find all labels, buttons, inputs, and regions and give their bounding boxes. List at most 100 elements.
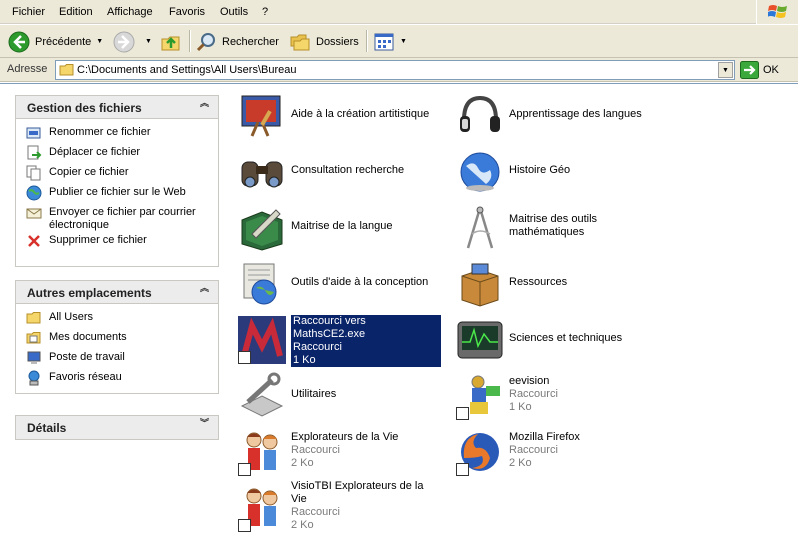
task-move-label: Déplacer ce fichier	[49, 146, 141, 158]
file-name: VisioTBI Explorateurs de la Vie	[291, 480, 424, 505]
menu-outils[interactable]: Outils	[220, 6, 248, 18]
file-item[interactable]: Histoire Géo	[450, 145, 660, 195]
back-dropdown-icon[interactable]: ▼	[96, 38, 103, 45]
shortcut-arrow-icon	[456, 407, 469, 420]
file-item[interactable]: Maitrise des outils mathématiques	[450, 201, 660, 251]
copy-icon	[26, 165, 41, 181]
place-network[interactable]: Favoris réseau	[26, 370, 218, 390]
delete-icon	[28, 235, 40, 247]
place-my-computer[interactable]: Poste de travail	[26, 350, 218, 370]
box-icon	[461, 263, 499, 307]
search-button[interactable]: Rechercher	[195, 28, 279, 55]
task-email-label: Envoyer ce fichier par courrier électron…	[49, 206, 196, 231]
toolbar-separator	[189, 30, 190, 52]
windows-flag-icon	[768, 5, 787, 18]
go-button[interactable]: OK	[740, 61, 779, 79]
file-size: 1 Ko	[293, 354, 316, 366]
file-tasks-header[interactable]: Gestion des fichiers ︽	[16, 96, 218, 119]
task-pane: Gestion des fichiers ︽ Renommer ce fichi…	[0, 84, 232, 543]
book-pen-icon	[241, 209, 283, 251]
shortcut-arrow-icon	[238, 463, 251, 476]
toolbar: Précédente ▼ ▼ Rechercher Dossiers ▼	[0, 25, 798, 58]
my-documents-icon	[26, 332, 41, 344]
views-button[interactable]: ▼	[373, 28, 407, 55]
place-my-documents[interactable]: Mes documents	[26, 330, 218, 350]
file-item[interactable]: Maitrise de la langue	[232, 201, 442, 251]
selection-highlight: Raccourci vers MathsCE2.exe Raccourci 1 …	[291, 315, 441, 367]
forward-button[interactable]: ▼	[113, 28, 152, 55]
newspaper-globe-icon	[243, 263, 277, 305]
file-item[interactable]: Aide à la création artitistique	[232, 89, 442, 139]
folders-button[interactable]: Dossiers	[289, 28, 359, 55]
file-name: Mozilla Firefox	[509, 430, 580, 443]
file-list: Aide à la création artitistique Apprenti…	[232, 84, 798, 543]
file-item[interactable]: eevision Raccourci 1 Ko	[450, 369, 660, 420]
task-copy[interactable]: Copier ce fichier	[26, 165, 218, 185]
expand-icon[interactable]: ︾	[200, 419, 209, 428]
menu-favoris[interactable]: Favoris	[169, 6, 205, 18]
file-name: Utilitaires	[291, 387, 337, 400]
task-email[interactable]: Envoyer ce fichier par courrier électron…	[26, 205, 218, 233]
task-delete[interactable]: Supprimer ce fichier	[26, 233, 218, 253]
task-rename[interactable]: Renommer ce fichier	[26, 125, 218, 145]
explorer-content: Gestion des fichiers ︽ Renommer ce fichi…	[0, 83, 798, 543]
place-all-users[interactable]: All Users	[26, 310, 218, 330]
my-computer-icon	[27, 351, 41, 364]
shortcut-arrow-icon	[456, 463, 469, 476]
menu-fichier[interactable]: Fichier	[12, 6, 45, 18]
search-label: Rechercher	[222, 35, 279, 48]
file-item[interactable]: Apprentissage des langues	[450, 89, 660, 139]
file-type: Raccourci	[291, 443, 340, 456]
file-item[interactable]: Mozilla Firefox Raccourci 2 Ko	[450, 425, 660, 476]
address-bar: Adresse C:\Documents and Settings\All Us…	[0, 58, 798, 82]
address-input[interactable]: C:\Documents and Settings\All Users\Bure…	[55, 60, 735, 80]
file-item[interactable]: Sciences et techniques	[450, 313, 660, 363]
file-item[interactable]: VisioTBI Explorateurs de la Vie Raccourc…	[232, 480, 442, 532]
back-button[interactable]: Précédente ▼	[8, 28, 103, 55]
file-name: Aide à la création artitistique	[291, 107, 430, 120]
address-dropdown-button[interactable]: ▼	[718, 62, 733, 78]
headphones-icon	[460, 95, 500, 132]
move-icon	[27, 145, 42, 160]
windows-logo	[756, 0, 798, 24]
address-path: C:\Documents and Settings\All Users\Bure…	[77, 64, 297, 76]
details-header[interactable]: Détails ︾	[16, 416, 218, 439]
other-places-title: Autres emplacements	[27, 286, 152, 300]
back-arrow-icon	[8, 31, 30, 52]
file-item[interactable]: Consultation recherche	[232, 145, 442, 195]
forward-dropdown-icon[interactable]: ▼	[145, 38, 152, 45]
task-move[interactable]: Déplacer ce fichier	[26, 145, 218, 165]
file-item[interactable]: Outils d'aide à la conception	[232, 257, 442, 307]
back-label: Précédente	[35, 35, 92, 48]
file-type: Raccourci	[509, 443, 558, 456]
file-item[interactable]: Explorateurs de la Vie Raccourci 2 Ko	[232, 425, 442, 476]
go-label: OK	[763, 64, 779, 76]
other-places-header[interactable]: Autres emplacements ︽	[16, 281, 218, 304]
address-label: Adresse	[7, 63, 48, 75]
shortcut-arrow-icon	[238, 519, 251, 532]
menu-help[interactable]: ?	[262, 6, 268, 18]
menu-affichage[interactable]: Affichage	[107, 6, 153, 18]
file-item-selected[interactable]: Raccourci vers MathsCE2.exe Raccourci 1 …	[232, 313, 442, 367]
task-publish-label: Publier ce fichier sur le Web	[49, 186, 186, 198]
go-arrow-icon	[740, 61, 759, 79]
file-type: Raccourci	[293, 341, 342, 353]
collapse-icon[interactable]: ︽	[200, 99, 209, 108]
file-name: Raccourci vers MathsCE2.exe	[293, 315, 366, 340]
collapse-icon[interactable]: ︽	[200, 284, 209, 293]
folder-icon	[26, 312, 41, 324]
file-name: eevision	[509, 374, 550, 387]
task-publish[interactable]: Publier ce fichier sur le Web	[26, 185, 218, 205]
views-dropdown-icon[interactable]: ▼	[400, 38, 407, 45]
search-icon	[196, 32, 215, 51]
up-folder-button[interactable]	[160, 28, 187, 55]
file-name: Maitrise des outils mathématiques	[509, 213, 598, 238]
place-all-users-label: All Users	[49, 311, 94, 323]
file-size: 1 Ko	[509, 400, 532, 413]
shortcut-arrow-icon	[238, 351, 251, 364]
place-network-label: Favoris réseau	[49, 371, 122, 383]
menu-bar: Fichier Edition Affichage Favoris Outils…	[0, 0, 798, 24]
menu-edition[interactable]: Edition	[59, 6, 93, 18]
file-item[interactable]: Utilitaires	[232, 369, 442, 419]
file-item[interactable]: Ressources	[450, 257, 660, 307]
